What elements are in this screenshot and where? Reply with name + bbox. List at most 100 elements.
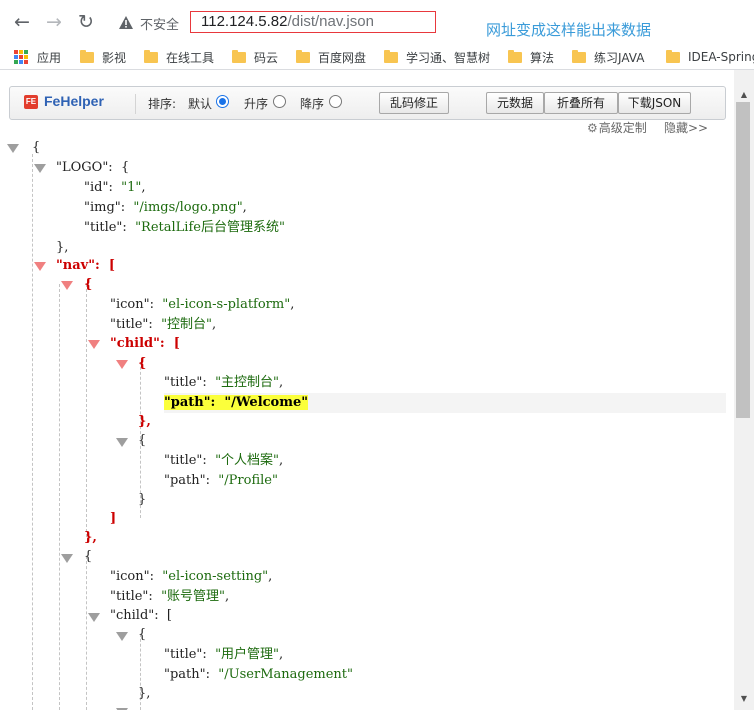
reload-button[interactable]: ↻: [76, 12, 96, 32]
collapse-toggle-icon[interactable]: [88, 340, 100, 349]
json-line: "nav": [: [56, 258, 115, 273]
json-line: "path": "/Profile": [164, 473, 278, 488]
address-bar[interactable]: 不安全 112.124.5.82/dist/nav.json: [106, 9, 754, 37]
collapse-toggle-icon[interactable]: [88, 613, 100, 622]
indent-guide: [32, 154, 33, 710]
json-line: {: [138, 433, 147, 448]
folder-icon: [572, 49, 586, 63]
json-line: {: [32, 140, 41, 155]
json-viewer: { "LOGO": { "id": "1", "img": "/imgs/log…: [0, 134, 734, 710]
browser-toolbar: ← → ↻ 不安全 112.124.5.82/dist/nav.json 网址变…: [0, 0, 754, 44]
json-line: "LOGO": {: [56, 160, 130, 175]
scrollbar-thumb[interactable]: [736, 102, 750, 418]
not-secure-label[interactable]: 不安全: [140, 14, 179, 33]
json-line: ]: [110, 511, 117, 526]
vertical-scrollbar[interactable]: ▲ ▼: [734, 70, 754, 710]
sort-default-label: 默认: [188, 97, 213, 111]
json-line: "title": "RetalLife后台管理系统": [84, 220, 285, 235]
url-host: 112.124.5.82: [201, 13, 288, 30]
json-line: "title": "主控制台",: [164, 375, 284, 390]
collapse-toggle-icon[interactable]: [116, 360, 128, 369]
json-line: "title": "用户管理",: [164, 647, 284, 662]
folder-icon: [144, 49, 158, 63]
json-line: {: [138, 627, 147, 642]
bookmark-item[interactable]: 影视: [80, 48, 126, 66]
gear-icon: ⚙: [587, 121, 598, 135]
raw-data-button[interactable]: 元数据: [486, 92, 544, 114]
indent-guide: [86, 556, 87, 710]
sort-asc-radio[interactable]: [273, 95, 286, 108]
folder-icon: [232, 49, 246, 63]
sort-desc-radio[interactable]: [329, 95, 342, 108]
bookmark-item[interactable]: 算法: [508, 48, 554, 66]
fix-encoding-button[interactable]: 乱码修正: [379, 92, 449, 114]
folder-icon: [384, 49, 398, 63]
url-text[interactable]: 112.124.5.82/dist/nav.json: [201, 13, 374, 30]
bookmark-label: 应用: [37, 50, 62, 65]
scroll-down-arrow-icon[interactable]: ▼: [734, 692, 754, 706]
sort-label: 排序:: [148, 97, 177, 111]
collapse-toggle-icon[interactable]: [7, 144, 19, 153]
indent-guide: [59, 284, 60, 710]
json-line: "img": "/imgs/logo.png",: [84, 200, 247, 215]
bookmark-label: 练习JAVA: [594, 50, 645, 65]
json-line: "title": "控制台",: [110, 317, 217, 332]
json-line: }: [138, 492, 147, 507]
json-line: },: [84, 530, 97, 545]
folder-icon: [508, 49, 522, 63]
json-line: "path": "/UserManagement": [164, 667, 353, 682]
folder-icon: [80, 49, 94, 63]
annotation-note: 网址变成这样能出来数据: [486, 21, 652, 39]
bookmark-item[interactable]: 学习通、智慧树: [384, 48, 490, 66]
collapse-toggle-icon[interactable]: [34, 164, 46, 173]
bookmark-item[interactable]: 练习JAVA: [572, 48, 644, 66]
json-line: {: [138, 356, 147, 371]
folder-icon: [666, 49, 680, 63]
apps-grid-icon: [14, 50, 28, 64]
advanced-settings-label: 高级定制: [598, 121, 647, 135]
json-line: },: [138, 686, 151, 701]
json-line: "id": "1",: [84, 180, 146, 195]
json-line: "title": "账号管理",: [110, 589, 230, 604]
bookmark-item[interactable]: 在线工具: [144, 48, 214, 66]
json-line-highlighted: "path": "/Welcome": [164, 393, 726, 413]
json-line: "icon": "el-icon-setting",: [110, 569, 273, 584]
bookmark-label: 影视: [102, 50, 127, 65]
sort-asc-label: 升序: [244, 97, 269, 111]
scroll-up-arrow-icon[interactable]: ▲: [734, 88, 754, 102]
bookmark-item[interactable]: 百度网盘: [296, 48, 366, 66]
fold-all-button[interactable]: 折叠所有: [544, 92, 618, 114]
folder-icon: [296, 49, 310, 63]
bookmark-label: 学习通、智慧树: [406, 50, 491, 65]
bookmark-label: 百度网盘: [318, 50, 367, 65]
forward-button[interactable]: →: [44, 12, 64, 32]
bookmark-label: 在线工具: [166, 50, 215, 65]
url-path: /dist/nav.json: [287, 13, 374, 30]
json-line: },: [138, 414, 151, 429]
collapse-toggle-icon[interactable]: [61, 281, 73, 290]
json-line: {: [84, 277, 93, 292]
fehelper-toolbar: FE FeHelper 排序: 默认 升序 降序 乱码修正 元数据 折叠所有 下…: [9, 86, 726, 120]
download-json-button[interactable]: 下载JSON: [618, 92, 691, 114]
json-line: "title": "个人档案",: [164, 453, 284, 468]
json-line: {: [84, 549, 93, 564]
json-line: "child": [: [110, 608, 172, 623]
warning-icon: [119, 16, 133, 29]
sort-default-radio[interactable]: [216, 95, 229, 108]
indent-guide: [86, 284, 87, 537]
sort-desc-label: 降序: [300, 97, 325, 111]
collapse-toggle-icon[interactable]: [116, 632, 128, 641]
back-button[interactable]: ←: [12, 12, 32, 32]
collapse-toggle-icon[interactable]: [34, 262, 46, 271]
json-line: "child": [: [110, 336, 180, 351]
fehelper-title: FeHelper: [44, 93, 104, 109]
bookmark-label: 码云: [254, 50, 279, 65]
json-line: },: [56, 240, 69, 255]
bookmark-item[interactable]: 码云: [232, 48, 278, 66]
collapse-toggle-icon[interactable]: [61, 554, 73, 563]
toolbar-divider: [135, 94, 136, 114]
bookmark-label: IDEA-Spring: [688, 50, 754, 64]
bookmark-item[interactable]: IDEA-Spring: [666, 48, 754, 66]
collapse-toggle-icon[interactable]: [116, 438, 128, 447]
bookmark-apps[interactable]: 应用: [14, 48, 61, 66]
